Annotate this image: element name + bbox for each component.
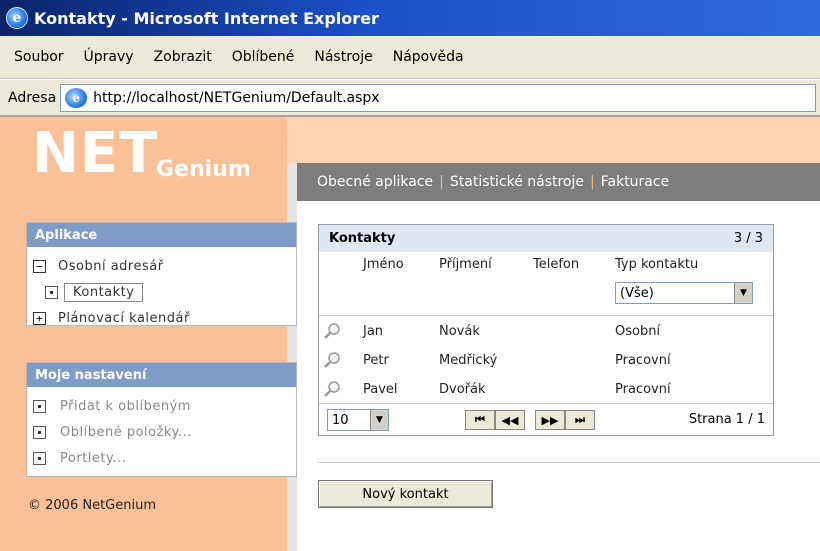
tree-item-kontakty[interactable]: Kontakty bbox=[33, 279, 290, 305]
page-info: Strana 1 / 1 bbox=[688, 412, 765, 427]
col-jmeno[interactable]: Jméno bbox=[363, 257, 404, 275]
page-icon: e bbox=[65, 87, 88, 108]
tree-item-planovaci-kalendar[interactable]: + Plánovací kalendář bbox=[33, 305, 290, 331]
logo-net: NET bbox=[32, 121, 159, 186]
menu-upravy[interactable]: Úpravy bbox=[74, 45, 144, 69]
table-row[interactable]: Petr Medřický Pracovní bbox=[319, 345, 773, 375]
prev-page-button[interactable]: ◀◀ bbox=[495, 410, 525, 430]
window-titlebar: e Kontakty - Microsoft Internet Explorer bbox=[0, 0, 820, 36]
new-contact-button[interactable]: Nový kontakt bbox=[318, 480, 493, 508]
next-page-button[interactable]: ▶▶ bbox=[535, 410, 565, 430]
settings-portlets[interactable]: Portlety... bbox=[33, 445, 290, 471]
nav-separator: | bbox=[439, 174, 444, 190]
pager: 10 ▼ ⏮ ◀◀ ▶▶ ⏭ Strana 1 / 1 bbox=[319, 403, 773, 435]
nav-fakturace[interactable]: Fakturace bbox=[601, 174, 669, 190]
address-bar: Adresa e http://localhost/NETGenium/Defa… bbox=[0, 80, 820, 117]
menu-nastroje[interactable]: Nástroje bbox=[304, 45, 382, 69]
menubar: Soubor Úpravy Zobrazit Oblíbené Nástroje… bbox=[0, 36, 820, 79]
page-size-select[interactable]: 10 ▼ bbox=[327, 409, 389, 431]
bullet-icon bbox=[33, 425, 46, 439]
first-page-button[interactable]: ⏮ bbox=[465, 410, 495, 430]
tree-item-osobni-adresar[interactable]: − Osobní adresář bbox=[33, 253, 290, 279]
ie-logo-icon: e bbox=[6, 7, 28, 29]
apps-title: Aplikace bbox=[27, 223, 296, 247]
grid-title: Kontakty bbox=[329, 231, 396, 246]
logo: NET Genium bbox=[0, 117, 287, 198]
magnifier-icon[interactable] bbox=[323, 380, 341, 398]
nav-separator: | bbox=[590, 174, 595, 190]
col-telefon[interactable]: Telefon bbox=[533, 257, 579, 275]
expand-icon[interactable]: + bbox=[33, 311, 46, 325]
table-row[interactable]: Pavel Dvořák Pracovní bbox=[319, 374, 773, 404]
leaf-icon bbox=[45, 285, 58, 299]
divider bbox=[318, 462, 820, 463]
nav-statisticke-nastroje[interactable]: Statistické nástroje bbox=[450, 174, 584, 190]
col-typ-kontaktu[interactable]: Typ kontaktu bbox=[615, 257, 698, 275]
menu-soubor[interactable]: Soubor bbox=[4, 45, 74, 69]
address-url[interactable]: http://localhost/NETGenium/Default.aspx bbox=[93, 90, 379, 106]
collapse-icon[interactable]: − bbox=[33, 259, 46, 273]
grid-count: 3 / 3 bbox=[733, 231, 763, 246]
type-filter-select[interactable]: (Vše) ▼ bbox=[615, 282, 753, 304]
settings-title: Moje nastavení bbox=[27, 363, 296, 387]
menu-oblibene[interactable]: Oblíbené bbox=[222, 45, 305, 69]
settings-favorites[interactable]: Oblíbené položky... bbox=[33, 419, 290, 445]
bullet-icon bbox=[33, 399, 46, 413]
bullet-icon bbox=[33, 451, 46, 465]
grid-header: Kontakty 3 / 3 bbox=[319, 225, 773, 252]
logo-genium: Genium bbox=[156, 157, 251, 182]
col-prijmeni[interactable]: Příjmení bbox=[439, 257, 492, 275]
dropdown-arrow-icon[interactable]: ▼ bbox=[734, 283, 752, 303]
address-field[interactable]: e http://localhost/NETGenium/Default.asp… bbox=[60, 83, 816, 112]
apps-box: Aplikace − Osobní adresář Kontakty + Plá… bbox=[26, 222, 297, 326]
copyright: © 2006 NetGenium bbox=[28, 498, 156, 513]
dropdown-arrow-icon[interactable]: ▼ bbox=[370, 410, 388, 430]
magnifier-icon[interactable] bbox=[323, 351, 341, 369]
last-page-button[interactable]: ⏭ bbox=[565, 410, 595, 430]
table-row[interactable]: Jan Novák Osobní bbox=[319, 316, 773, 346]
settings-add-favorite[interactable]: Přidat k oblíbeným bbox=[33, 393, 290, 419]
menu-napoveda[interactable]: Nápověda bbox=[383, 45, 474, 69]
nav-obecne-aplikace[interactable]: Obecné aplikace bbox=[317, 174, 433, 190]
contacts-grid: Kontakty 3 / 3 Jméno Příjmení Telefon Ty… bbox=[318, 224, 774, 436]
top-nav: Obecné aplikace | Statistické nástroje |… bbox=[297, 163, 820, 201]
address-label: Adresa bbox=[8, 89, 57, 106]
magnifier-icon[interactable] bbox=[323, 322, 341, 340]
menu-zobrazit[interactable]: Zobrazit bbox=[144, 45, 222, 69]
settings-box: Moje nastavení Přidat k oblíbeným Oblíbe… bbox=[26, 362, 297, 477]
window-title: Kontakty - Microsoft Internet Explorer bbox=[34, 8, 379, 28]
